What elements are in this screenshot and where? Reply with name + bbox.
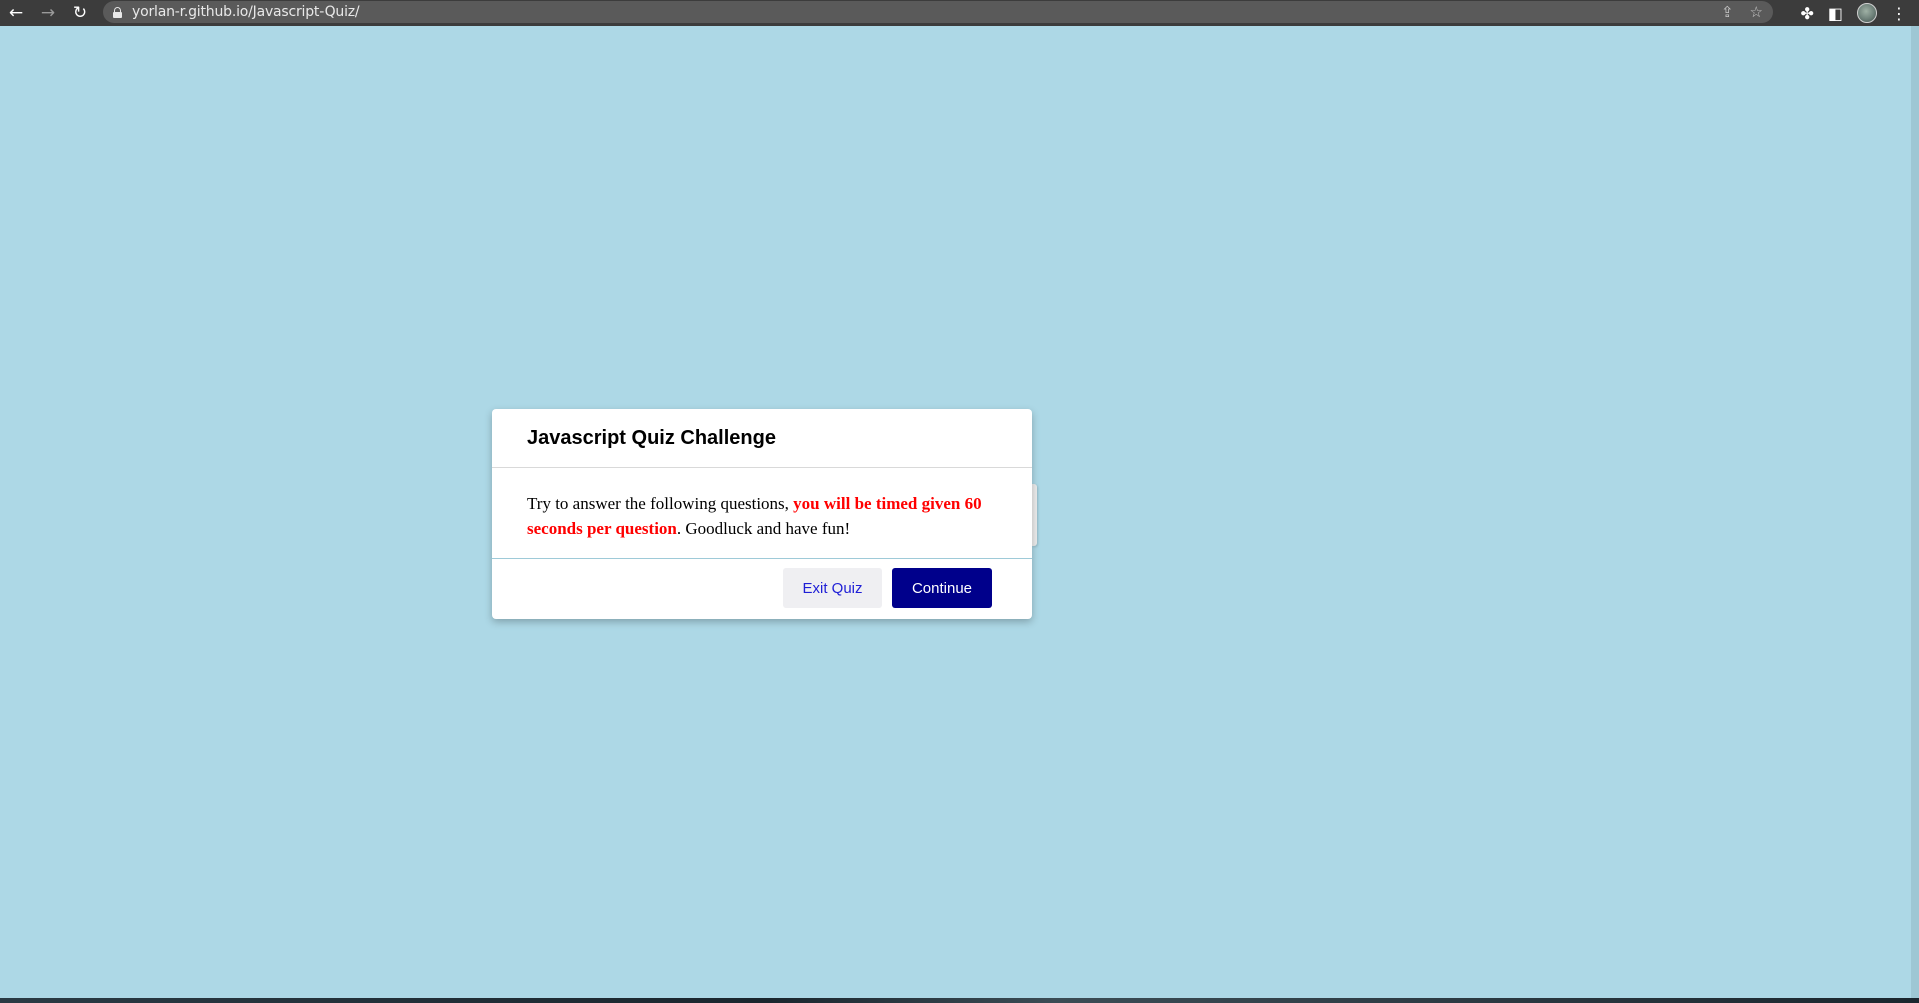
os-taskbar-edge bbox=[0, 998, 1919, 1003]
instructions-text: Try to answer the following questions, bbox=[527, 494, 794, 513]
modal-header: Javascript Quiz Challenge bbox=[492, 409, 1032, 468]
extensions-puzzle-icon[interactable]: ✤ bbox=[1800, 4, 1813, 23]
star-icon[interactable]: ☆ bbox=[1750, 3, 1763, 21]
quiz-intro-modal: Javascript Quiz Challenge Try to answer … bbox=[492, 409, 1032, 619]
reload-icon[interactable]: ↻ bbox=[64, 0, 96, 26]
kebab-menu-icon[interactable]: ⋮ bbox=[1891, 4, 1907, 23]
instructions-closing-text: . Goodluck and have fun! bbox=[676, 519, 851, 538]
url-text[interactable]: yorlan-r.github.io/Javascript-Quiz/ bbox=[132, 4, 360, 20]
forward-arrow-icon[interactable]: → bbox=[32, 0, 64, 26]
back-arrow-icon[interactable]: ← bbox=[0, 0, 32, 26]
share-icon[interactable]: ⇪ bbox=[1721, 3, 1734, 21]
scrollbar-track[interactable] bbox=[1911, 26, 1919, 998]
lock-icon[interactable] bbox=[113, 6, 122, 18]
continue-button[interactable]: Continue bbox=[892, 568, 992, 608]
exit-quiz-button[interactable]: Exit Quiz bbox=[783, 568, 882, 608]
side-panel-icon[interactable]: ◧ bbox=[1828, 4, 1843, 23]
profile-avatar[interactable] bbox=[1857, 3, 1877, 23]
modal-title: Javascript Quiz Challenge bbox=[527, 426, 776, 449]
modal-body: Try to answer the following questions, y… bbox=[492, 468, 1032, 559]
browser-toolbar: ← → ↻ yorlan-r.github.io/Javascript-Quiz… bbox=[0, 0, 1919, 26]
address-bar[interactable]: yorlan-r.github.io/Javascript-Quiz/ ⇪ ☆ bbox=[103, 1, 1773, 23]
modal-side-tab bbox=[1032, 484, 1037, 546]
modal-footer: Exit Quiz Continue bbox=[492, 559, 1032, 617]
